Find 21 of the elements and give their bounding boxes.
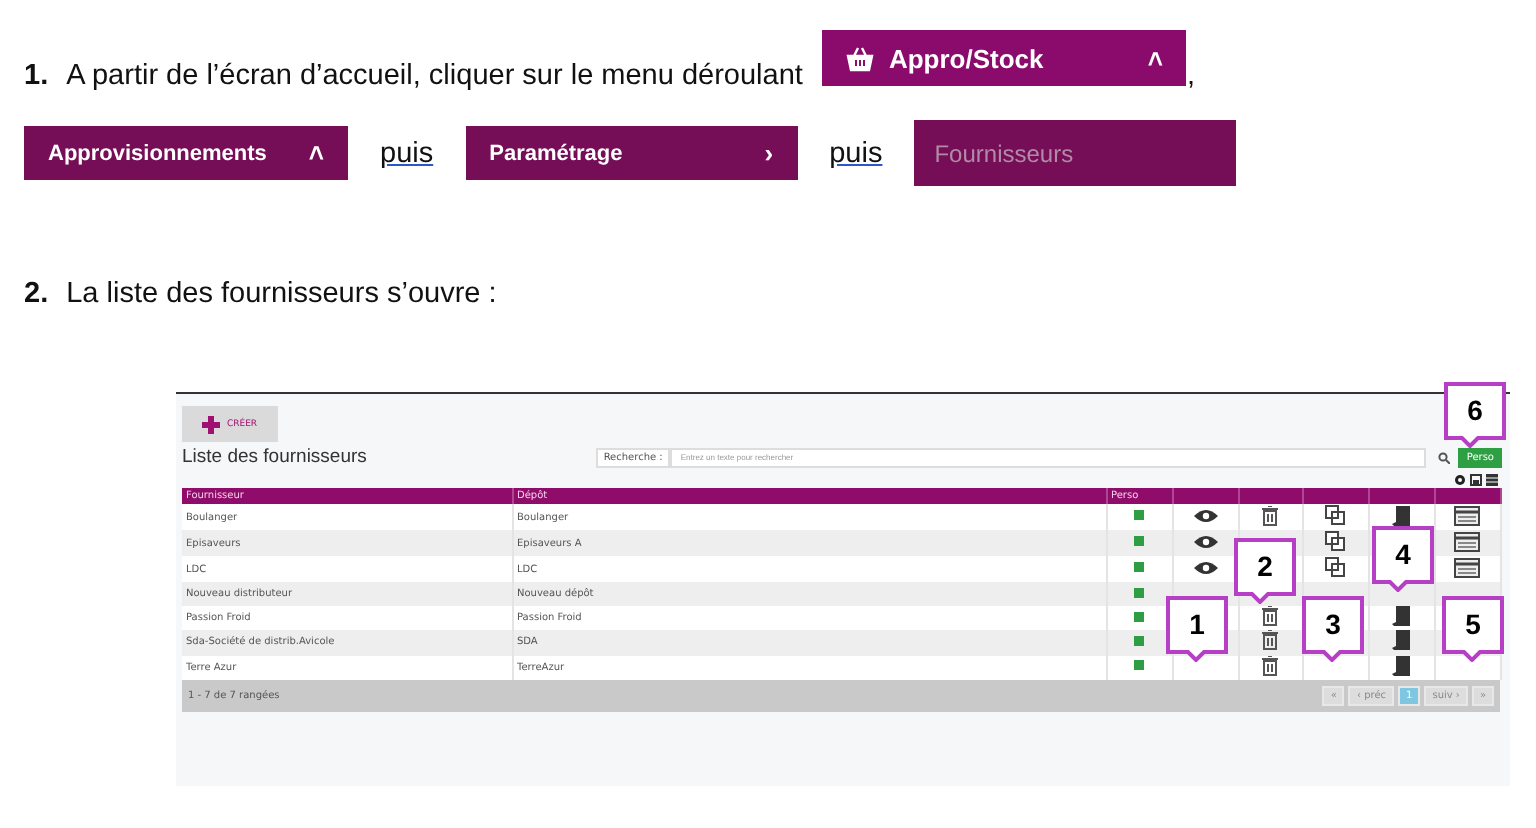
link-text[interactable]: puis xyxy=(380,137,434,169)
chevron-icon: ˄ xyxy=(308,140,324,166)
menu-button[interactable]: Paramétrage › xyxy=(465,126,798,180)
instruction-text: , xyxy=(1186,60,1195,92)
menu-button[interactable]: Fournisseurs xyxy=(914,120,1237,186)
callout: 5 xyxy=(1442,596,1504,662)
instruction-text: A partir de l’écran d’accueil, cliquer sur le menu déroulant xyxy=(66,60,803,92)
chevron-icon: ˄ xyxy=(1147,45,1163,71)
callout: 1 xyxy=(1166,596,1228,662)
menu-button[interactable]: Appro/Stock ˄ xyxy=(822,30,1187,86)
link-text[interactable]: puis xyxy=(829,137,883,169)
callout: 2 xyxy=(1234,538,1296,604)
callout: 3 xyxy=(1302,596,1364,662)
step-number: 1. xyxy=(24,60,49,92)
menu-button[interactable]: Approvisionnements ˄ xyxy=(24,126,348,180)
callout: 6 xyxy=(1444,382,1506,448)
chevron-icon: › xyxy=(764,140,774,166)
page-title: Liste des fournisseurs xyxy=(182,446,369,468)
instruction-text: La liste des fournisseurs s’ouvre : xyxy=(66,278,497,310)
step-number: 2. xyxy=(24,278,49,310)
callout: 4 xyxy=(1372,526,1434,592)
